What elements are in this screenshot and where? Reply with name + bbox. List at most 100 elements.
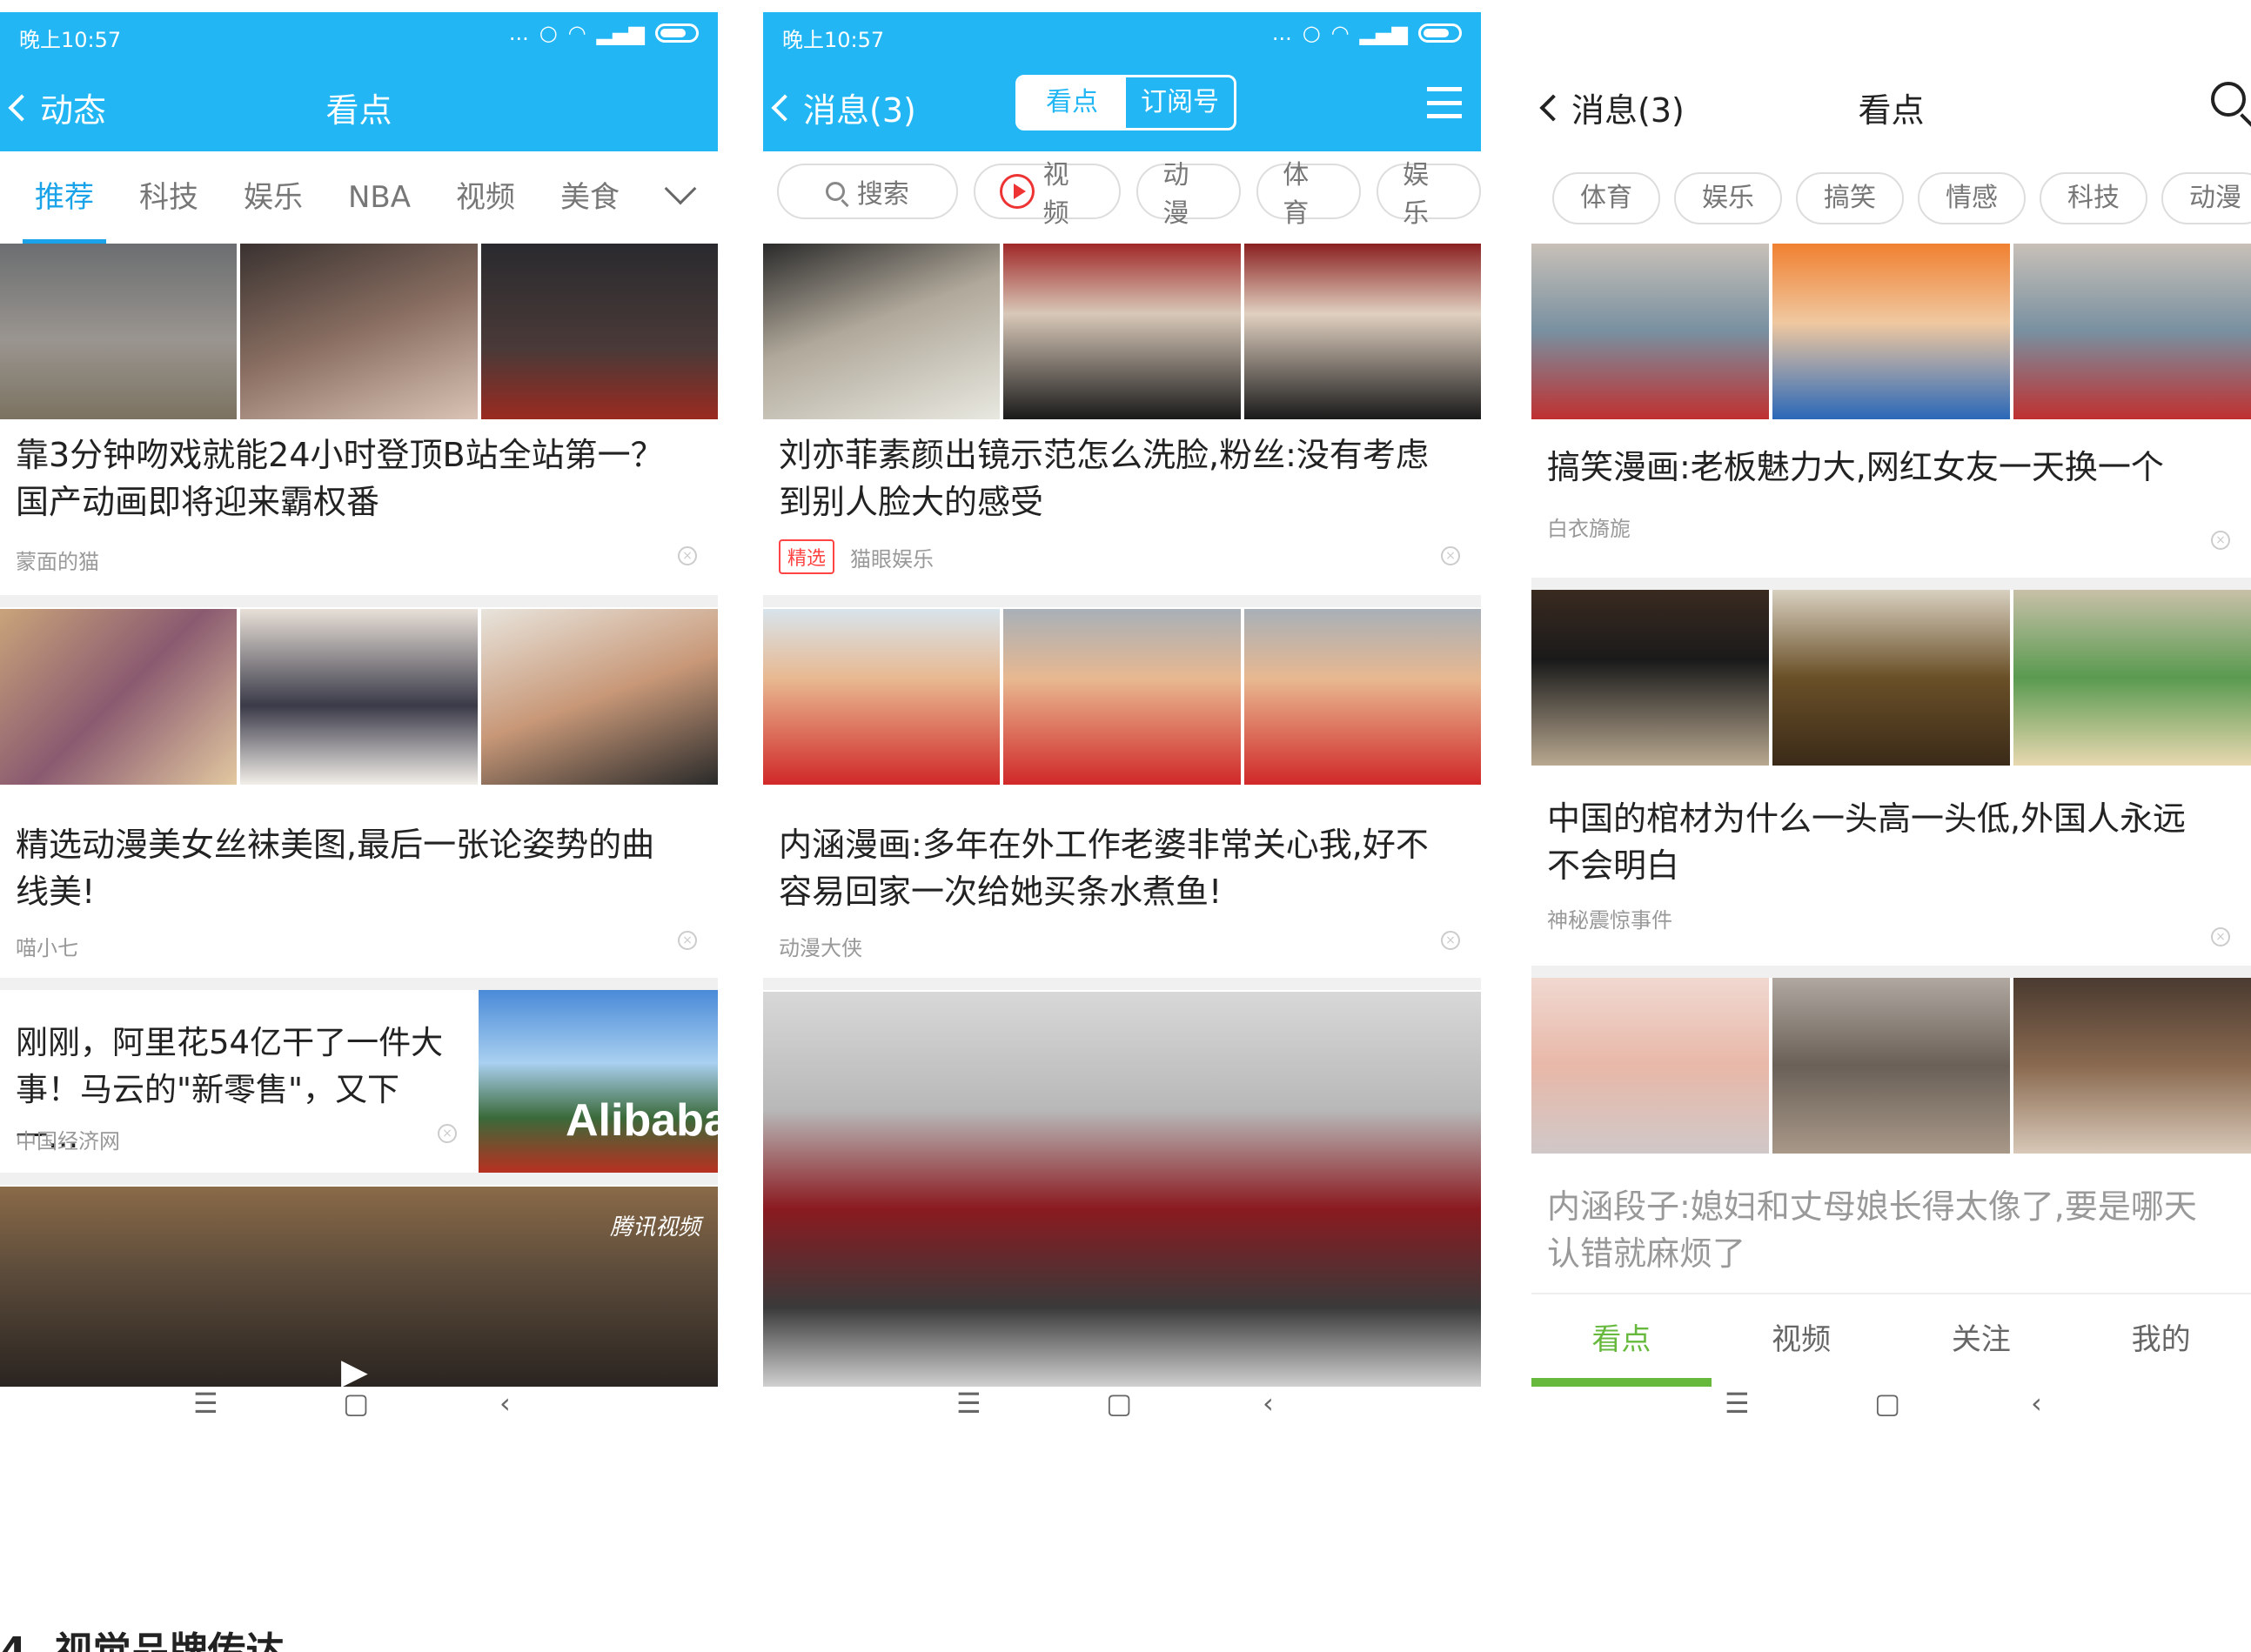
divider	[763, 595, 1481, 607]
tab-tech[interactable]: 科技	[139, 151, 198, 244]
emotion-chip[interactable]: 情感	[1918, 172, 2026, 224]
article-image-strip[interactable]	[763, 609, 1481, 785]
thumbnail-image	[480, 244, 718, 419]
tab-follow[interactable]: 关注	[1892, 1294, 2072, 1387]
search-label: 搜索	[856, 179, 909, 210]
status-icons: ... ○ ◠ ▂▄▆	[1272, 21, 1462, 45]
back-button[interactable]: 消息(3)	[771, 84, 916, 131]
home-icon[interactable]: ▢	[1106, 1387, 1132, 1420]
alarm-icon: ○	[539, 21, 558, 45]
article-image-strip[interactable]	[1531, 590, 2251, 766]
article-meta: 精选 猫眼娱乐	[779, 539, 934, 574]
anime-chip[interactable]: 动漫	[2161, 172, 2251, 224]
section-caption: 4. 视觉品牌传达	[0, 1629, 285, 1652]
close-icon[interactable]: ×	[2211, 927, 2230, 946]
anime-chip[interactable]: 动漫	[1136, 160, 1242, 229]
phone-screen-2: 晚上10:57 ... ○ ◠ ▂▄▆ 消息(3) 看点 订阅号 搜索 视频 动…	[763, 12, 1481, 1420]
video-watermark: 腾讯视频	[609, 1214, 700, 1241]
tab-video[interactable]: 视频	[1712, 1294, 1892, 1387]
thumbnail-image[interactable]: Alibaba	[479, 990, 718, 1173]
article-image-strip[interactable]	[763, 244, 1481, 419]
close-icon[interactable]: ×	[678, 546, 697, 565]
video-thumbnail[interactable]: 腾讯视频 ▶	[0, 1187, 718, 1392]
menu-icon[interactable]: ☰	[1725, 1387, 1750, 1420]
home-icon[interactable]: ▢	[1874, 1387, 1900, 1420]
article-title[interactable]: 精选动漫美女丝袜美图,最后一张论姿势的曲线美!	[16, 821, 683, 915]
back-label: 消息(3)	[803, 91, 916, 130]
article-source: 神秘震惊事件	[1547, 908, 1672, 933]
menu-icon[interactable]	[1427, 87, 1462, 118]
tab-entertainment[interactable]: 娱乐	[244, 151, 303, 244]
divider	[0, 1173, 718, 1185]
sports-chip[interactable]: 体育	[1256, 160, 1362, 229]
entertainment-chip[interactable]: 娱乐	[1674, 172, 1782, 224]
menu-icon[interactable]: ☰	[956, 1387, 981, 1420]
page-title: 看点	[325, 91, 392, 130]
segment-kandian[interactable]: 看点	[1018, 77, 1126, 128]
thumbnail-image	[240, 609, 478, 785]
search-icon[interactable]	[2211, 82, 2246, 117]
system-nav-bar: ☰ ▢ ‹	[0, 1387, 718, 1420]
divider	[1531, 966, 2251, 978]
entertainment-chip[interactable]: 娱乐	[1377, 160, 1481, 229]
thumbnail-image	[2013, 978, 2251, 1154]
sports-chip[interactable]: 体育	[1552, 172, 1660, 224]
segment-subscription[interactable]: 订阅号	[1126, 77, 1234, 128]
category-tabs: 推荐 科技 娱乐 NBA 视频 美食	[0, 151, 718, 244]
article-title[interactable]: 内涵漫画:多年在外工作老婆非常关心我,好不容易回家一次给她买条水煮鱼!	[779, 821, 1446, 915]
status-bar: 晚上10:57 ... ○ ◠ ▂▄▆	[0, 12, 718, 61]
close-icon[interactable]: ×	[2211, 531, 2230, 550]
divider	[1531, 578, 2251, 590]
close-icon[interactable]: ×	[1441, 546, 1460, 565]
chevron-down-icon[interactable]	[664, 172, 697, 205]
back-icon[interactable]: ‹	[2031, 1387, 2042, 1420]
article-image-strip[interactable]	[1531, 244, 2251, 419]
video-chip[interactable]: 视频	[973, 160, 1122, 229]
nav-row: 消息(3) 看点 订阅号	[763, 61, 1481, 151]
article-source: 动漫大侠	[779, 936, 862, 960]
tab-nba[interactable]: NBA	[348, 151, 411, 244]
thumbnail-image	[1531, 978, 1769, 1154]
car-feature-image[interactable]	[763, 992, 1481, 1387]
tab-mine[interactable]: 我的	[2071, 1294, 2251, 1387]
dots-icon: ...	[508, 21, 529, 45]
phone-screen-3: 消息(3) 看点 体育 娱乐 搞笑 情感 科技 动漫 搞笑漫画:老板魅力大,网红…	[1531, 12, 2251, 1420]
funny-chip[interactable]: 搞笑	[1796, 172, 1904, 224]
featured-badge: 精选	[779, 539, 835, 574]
article-image-strip[interactable]	[1531, 978, 2251, 1154]
back-icon[interactable]: ‹	[499, 1387, 511, 1420]
alarm-icon: ○	[1302, 21, 1321, 45]
tab-food[interactable]: 美食	[560, 151, 620, 244]
dots-icon: ...	[1271, 21, 1292, 45]
close-icon[interactable]: ×	[1441, 931, 1460, 950]
menu-icon[interactable]: ☰	[193, 1387, 218, 1420]
chip-row: 搜索 视频 动漫 体育 娱乐	[777, 160, 1481, 229]
article-image-strip[interactable]	[0, 244, 718, 419]
search-chip[interactable]: 搜索	[777, 164, 958, 219]
nav-row: 动态 看点	[0, 61, 718, 151]
thumbnail-image	[763, 244, 1001, 419]
tab-video[interactable]: 视频	[456, 151, 515, 244]
article-title[interactable]: 内涵段子:媳妇和丈母娘长得太像了,要是哪天认错就麻烦了	[1547, 1183, 2216, 1277]
article-title[interactable]: 刘亦菲素颜出镜示范怎么洗脸,粉丝:没有考虑到别人脸大的感受	[779, 431, 1446, 525]
article-source: 猫眼娱乐	[850, 546, 935, 572]
tech-chip[interactable]: 科技	[2040, 172, 2147, 224]
play-icon	[999, 174, 1035, 209]
close-icon[interactable]: ×	[678, 931, 697, 950]
chevron-left-icon	[771, 93, 799, 122]
article-title[interactable]: 靠3分钟吻戏就能24小时登顶B站全站第一？国产动画即将迎来霸权番	[16, 431, 683, 525]
article-image-strip[interactable]	[0, 609, 718, 785]
wifi-icon: ◠	[1330, 21, 1350, 45]
tab-recommend[interactable]: 推荐	[23, 151, 106, 244]
back-icon[interactable]: ‹	[1263, 1387, 1274, 1420]
thumbnail-image	[1003, 244, 1241, 419]
signal-icon: ▂▄▆	[596, 21, 645, 45]
home-icon[interactable]: ▢	[343, 1387, 369, 1420]
tab-kandian[interactable]: 看点	[1531, 1294, 1712, 1387]
article-title[interactable]: 中国的棺材为什么一头高一头低,外国人永远不会明白	[1547, 795, 2216, 889]
signal-icon: ▂▄▆	[1359, 21, 1408, 45]
article-source: 白衣旖旎	[1547, 517, 1631, 541]
article-title[interactable]: 搞笑漫画:老板魅力大,网红女友一天换一个	[1547, 444, 2216, 491]
close-icon[interactable]: ×	[438, 1124, 457, 1143]
status-time: 晚上10:57	[19, 28, 122, 52]
